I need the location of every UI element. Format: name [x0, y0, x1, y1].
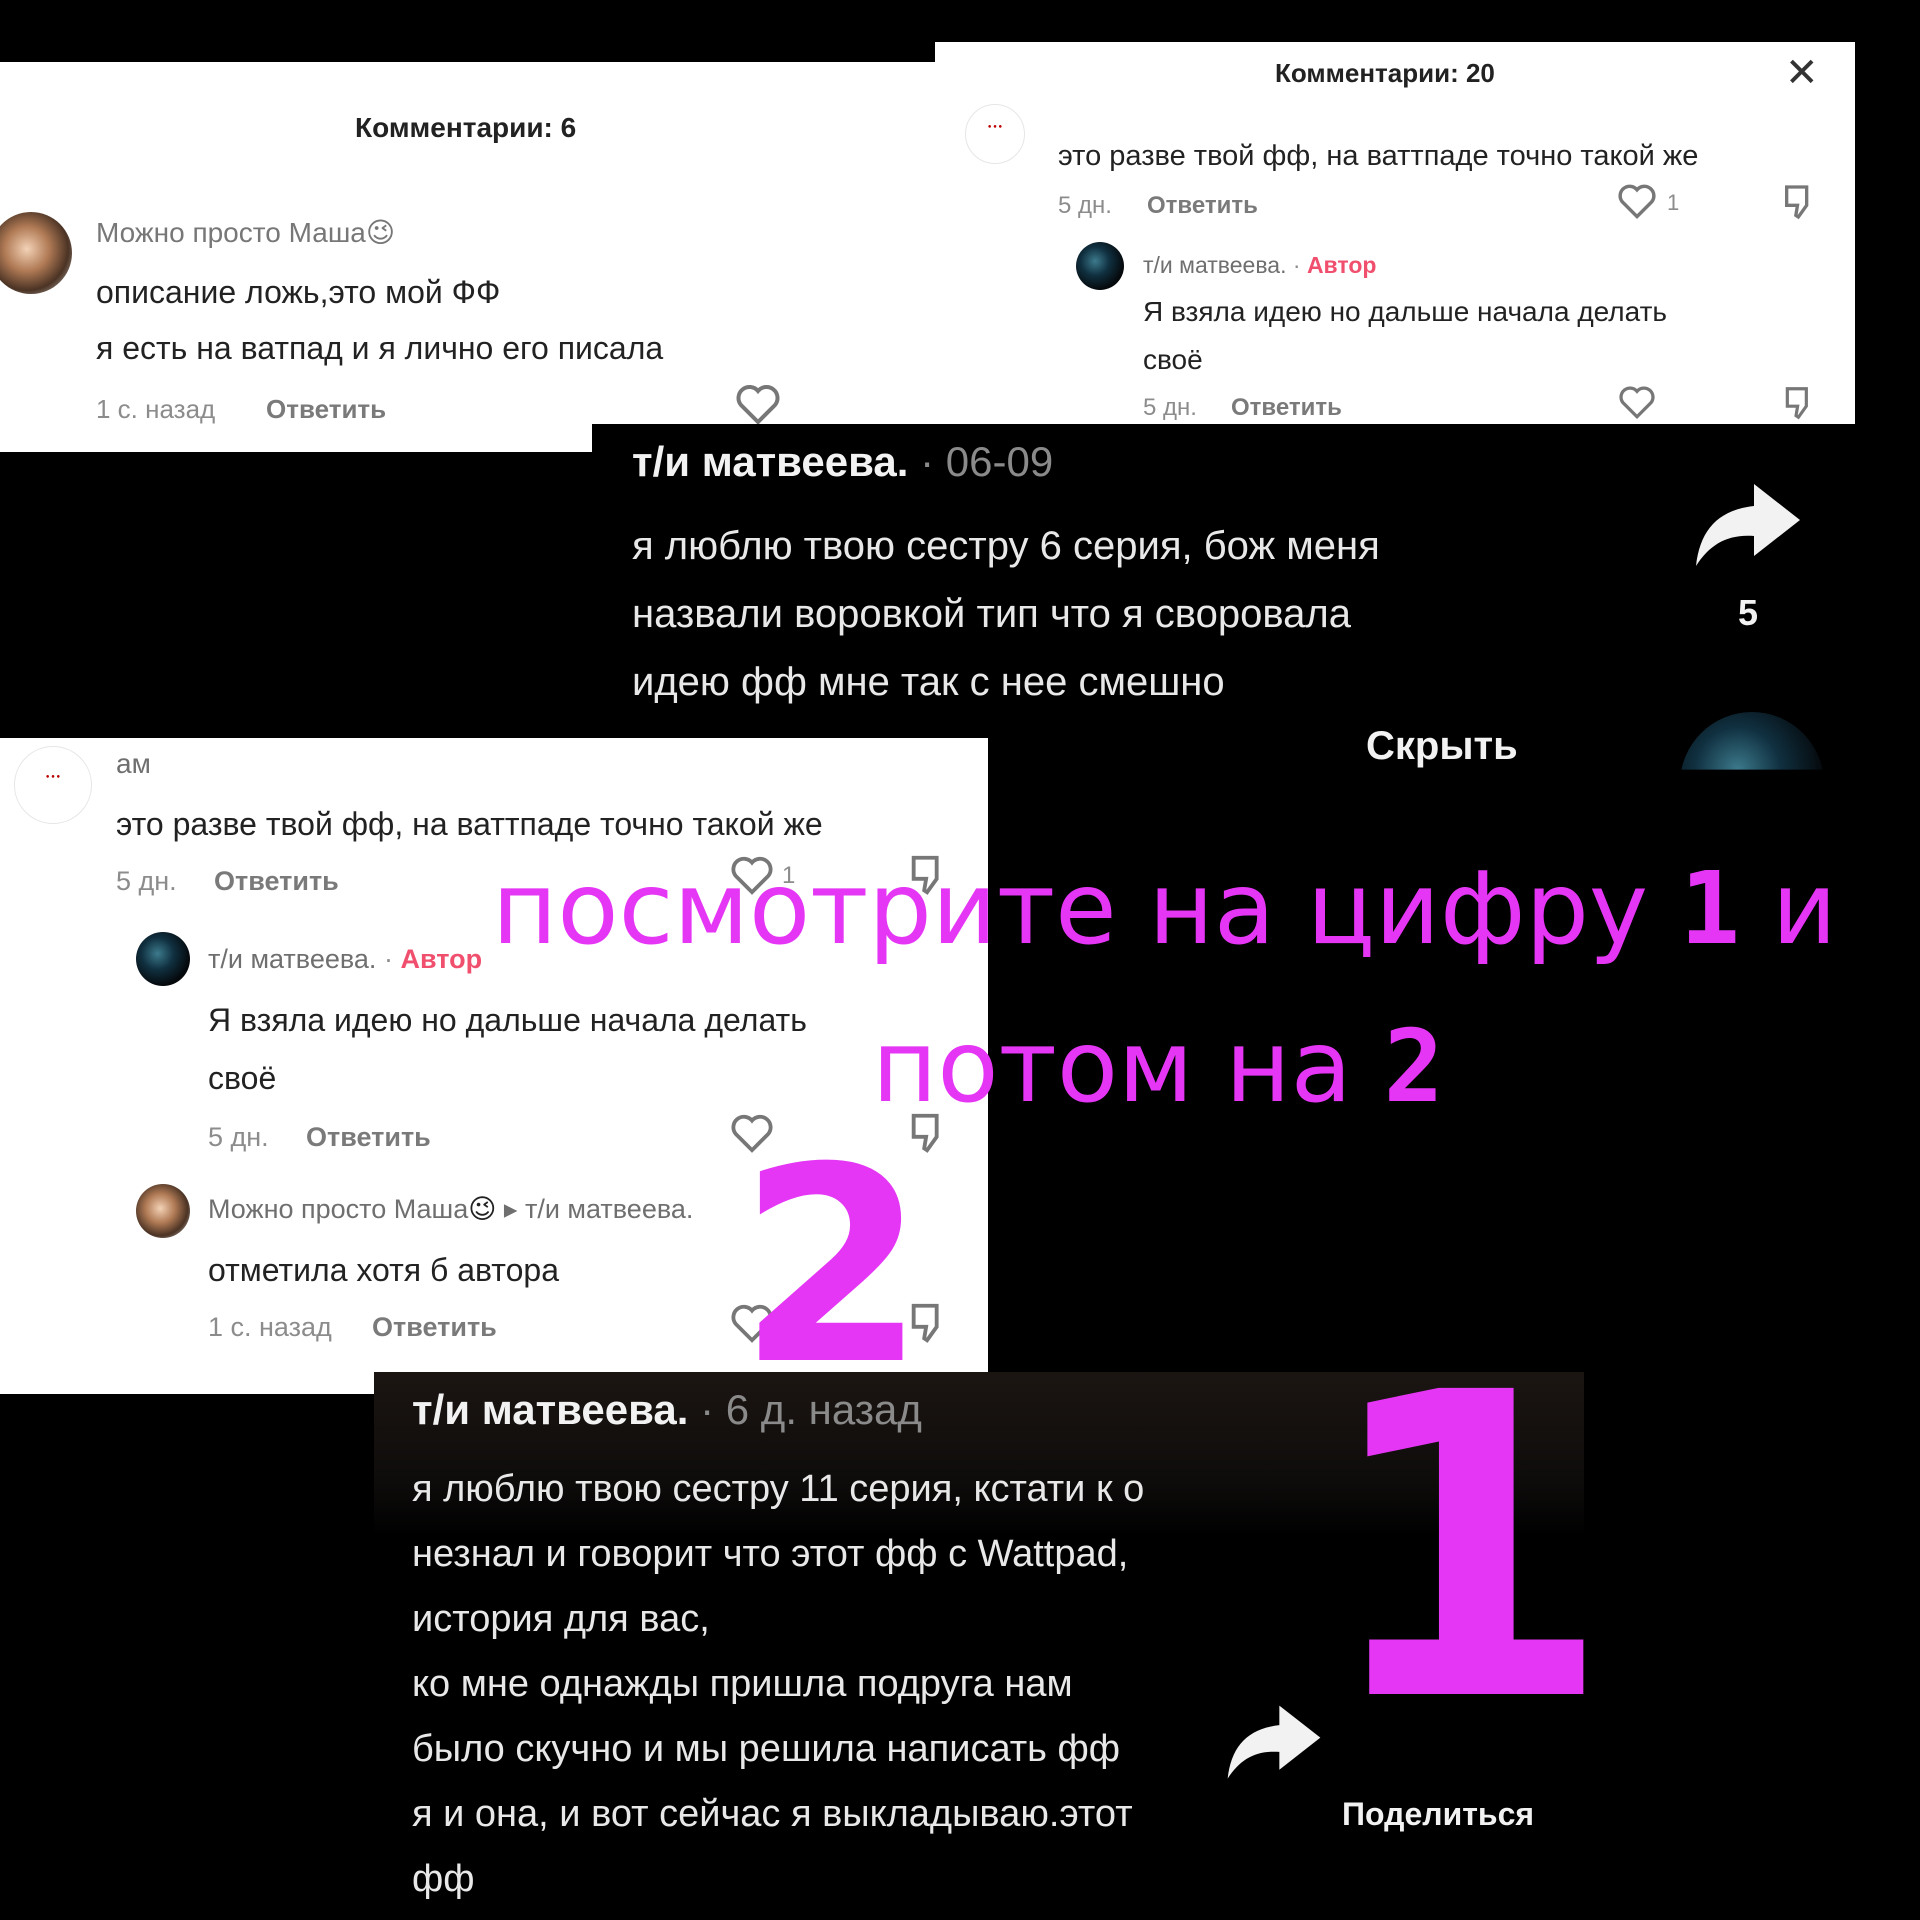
share-label[interactable]: Поделиться: [1342, 1796, 1534, 1833]
avatar[interactable]: [0, 212, 72, 294]
avatar[interactable]: [1076, 242, 1124, 290]
marker-number-1: 1: [1320, 1305, 1613, 1794]
comment-username[interactable]: ам: [116, 748, 151, 780]
caption-line: назвали воровкой тип что я своровала: [632, 592, 1351, 636]
share-count: 5: [1738, 592, 1759, 633]
heart-icon[interactable]: [1616, 384, 1658, 420]
avatar[interactable]: [136, 1184, 190, 1238]
reply-username[interactable]: Можно просто Маша: [208, 1194, 468, 1224]
avatar[interactable]: [136, 932, 190, 986]
reply-button[interactable]: Ответить: [372, 1312, 497, 1343]
reply-username-row: т/и матвеева. · Автор: [208, 944, 482, 975]
dislike-icon[interactable]: [1780, 182, 1820, 222]
reply-text-line: Я взяла идею но дальше начала делать: [208, 1002, 807, 1038]
overlay-number: 1: [1679, 850, 1741, 967]
separator-dot: ·: [1292, 252, 1301, 278]
reply-target-username[interactable]: т/и матвеева.: [525, 1194, 693, 1224]
heart-icon[interactable]: [733, 382, 783, 426]
overlay-number: 2: [1383, 1008, 1444, 1125]
reply-arrow-icon: ▸: [503, 1194, 518, 1224]
comment-time: 5 дн.: [1058, 192, 1112, 219]
overlay-caption-line1: посмотрите на цифру 1 и: [492, 850, 1837, 967]
caption-line: история для вас,: [412, 1598, 710, 1640]
comments-header: Комментарии: 6: [355, 112, 577, 143]
reply-username[interactable]: т/и матвеева.: [208, 944, 376, 974]
comments-panel-right: Комментарии: 20 ✕ ••• это разве твой фф,…: [935, 42, 1855, 424]
creator-avatar[interactable]: [1680, 712, 1824, 770]
reply-button[interactable]: Ответить: [1231, 394, 1342, 422]
reply-username-row: Можно просто Маша😉 ▸ т/и матвеева.: [208, 1194, 693, 1225]
author-badge: Автор: [400, 944, 483, 974]
wink-emoji-icon: 😉: [365, 217, 396, 248]
caption-line: было скучно и мы решила написать фф: [412, 1728, 1121, 1770]
caption-line: я и она, и вот сейчас я выкладываю.этот: [412, 1793, 1133, 1835]
reply-button[interactable]: Ответить: [214, 866, 339, 897]
comment-text: это разве твой фф, на ваттпаде точно так…: [116, 806, 823, 842]
reply-text-line: Я взяла идею но дальше начала делать: [1143, 296, 1668, 327]
comments-panel-left: Комментарии: 6 Можно просто Маша😉 описан…: [0, 62, 940, 452]
reply-username[interactable]: т/и матвеева.: [1143, 252, 1286, 278]
reply-button[interactable]: Ответить: [266, 394, 386, 425]
caption-line: идею фф мне так с нее смешно: [632, 660, 1225, 704]
comments-header: Комментарии: 20: [1275, 58, 1495, 88]
reply-text: отметила хотя б автора: [208, 1252, 559, 1288]
video-caption-top: т/и матвеева. · 06-09 я люблю твою сестр…: [592, 424, 1854, 778]
comment-text-line: я есть на ватпад и я лично его писала: [96, 330, 664, 366]
caption-line: я люблю твою сестру 11 серия, кстати к о: [412, 1468, 1145, 1510]
share-arrow-icon[interactable]: [1224, 1702, 1324, 1784]
overlay-text: и: [1740, 850, 1837, 967]
like-count: 1: [1667, 190, 1680, 215]
comment-text-line: описание ложь,это мой ФФ: [96, 274, 501, 310]
video-username[interactable]: т/и матвеева.: [412, 1386, 688, 1433]
overlay-text: потом на: [872, 1008, 1384, 1125]
caption-line: я люблю твою сестру 6 серия, бож меня: [632, 524, 1380, 568]
video-username[interactable]: т/и матвеева.: [632, 438, 908, 485]
marker-number-2: 2: [738, 1109, 926, 1424]
reply-time: 5 дн.: [208, 1122, 269, 1152]
comment-time: 1 с. назад: [96, 394, 216, 424]
reply-time: 5 дн.: [1143, 394, 1197, 421]
caption-header: т/и матвеева. · 06-09: [632, 438, 1053, 486]
caption-line: незнал и говорит что этот фф с Wattpad,: [412, 1533, 1129, 1575]
avatar[interactable]: •••: [14, 746, 92, 824]
overlay-text: посмотрите на цифру: [492, 850, 1680, 967]
share-arrow-icon[interactable]: [1692, 480, 1804, 572]
close-icon[interactable]: ✕: [1785, 50, 1819, 96]
comment-text: это разве твой фф, на ваттпаде точно так…: [1058, 140, 1699, 172]
dislike-icon[interactable]: [1780, 384, 1820, 422]
hide-caption-button[interactable]: Скрыть: [1366, 724, 1518, 769]
overlay-caption-line2: потом на 2: [872, 1008, 1444, 1125]
reply-button[interactable]: Ответить: [306, 1122, 431, 1153]
caption-line: ко мне однажды пришла подруга нам: [412, 1663, 1073, 1705]
author-badge: Автор: [1306, 252, 1377, 278]
separator-dot: ·: [383, 944, 393, 974]
heart-icon[interactable]: [1616, 182, 1658, 220]
reply-text-line: своё: [1143, 344, 1203, 375]
video-date: · 06-09: [920, 438, 1054, 485]
wink-emoji-icon: 😉: [468, 1194, 497, 1224]
comment-time: 5 дн.: [116, 866, 177, 896]
reply-username-row: т/и матвеева. · Автор: [1143, 252, 1376, 279]
reply-text-line: своё: [208, 1060, 277, 1096]
reply-time: 1 с. назад: [208, 1312, 332, 1342]
avatar[interactable]: •••: [965, 104, 1025, 164]
comment-username[interactable]: Можно просто Маша😉: [96, 216, 395, 249]
reply-button[interactable]: Ответить: [1147, 192, 1258, 220]
caption-line: фф: [412, 1858, 475, 1900]
